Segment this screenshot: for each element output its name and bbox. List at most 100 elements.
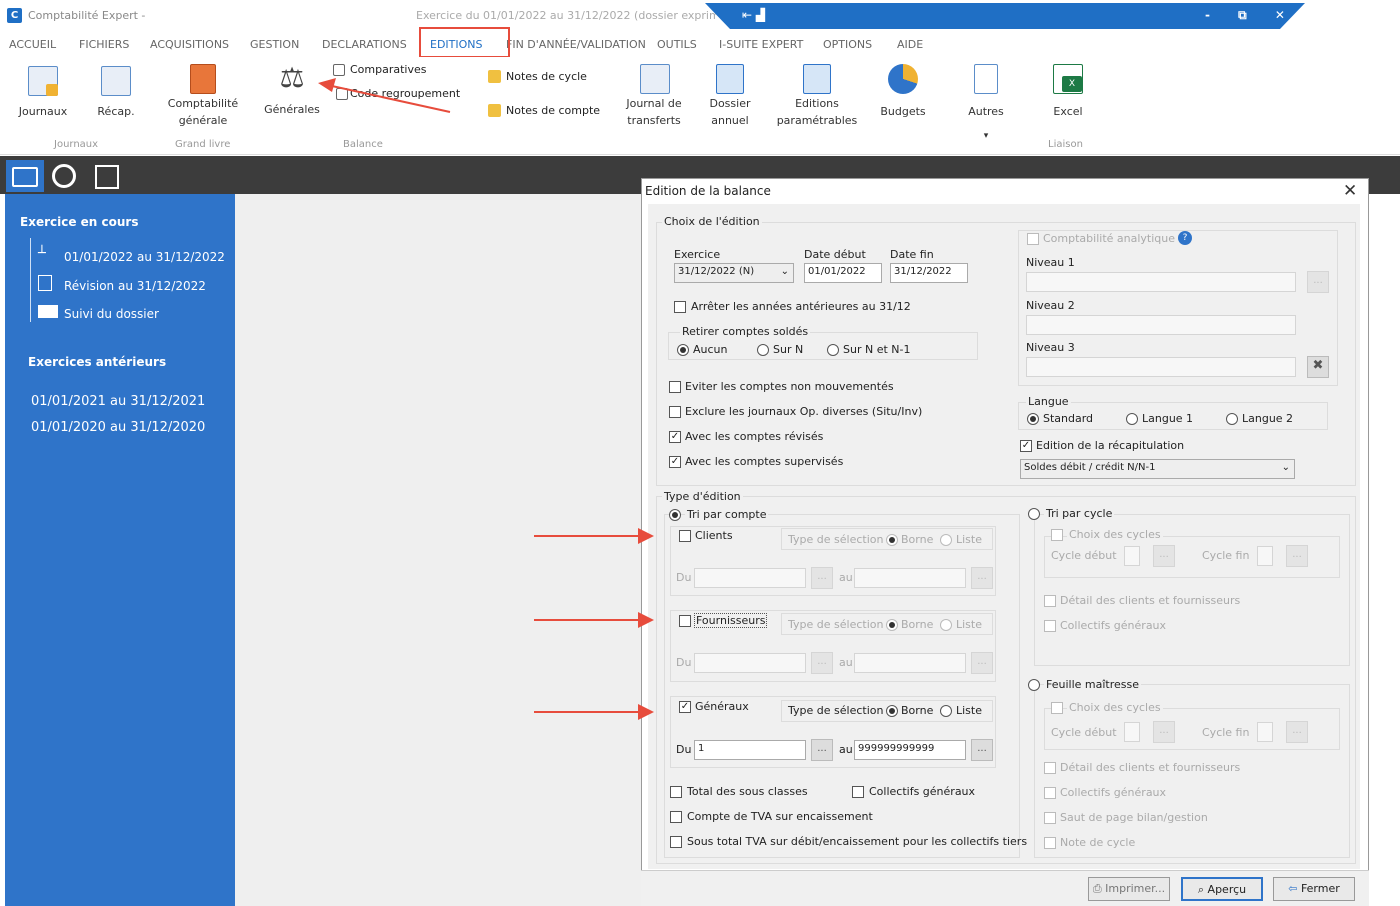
feuille-detail-checkbox[interactable] xyxy=(1044,762,1056,774)
fournisseurs-au-browse[interactable]: ... xyxy=(971,652,993,674)
collectifs-generaux-checkbox[interactable] xyxy=(852,786,864,798)
avec-revises-checkbox[interactable]: ✓ xyxy=(669,431,681,443)
recap-checkbox[interactable]: ✓ xyxy=(1020,440,1032,452)
exercice-select[interactable]: 31/12/2022 (N) ⌄ xyxy=(674,263,794,283)
tri-cycle-collectifs-checkbox[interactable] xyxy=(1044,620,1056,632)
fournisseurs-borne-radio[interactable] xyxy=(886,619,898,631)
fermer-button[interactable]: ⇦ Fermer xyxy=(1273,877,1355,901)
tri-cycle-debut-browse[interactable]: ... xyxy=(1153,545,1175,567)
menu-accueil[interactable]: ACCUEIL xyxy=(9,38,56,51)
feuille-debut-input[interactable] xyxy=(1124,722,1140,742)
imprimer-button[interactable]: ⎙ Imprimer... xyxy=(1088,877,1170,901)
list-icon[interactable] xyxy=(95,165,119,189)
tri-cycle-detail-checkbox[interactable] xyxy=(1044,595,1056,607)
clients-au-browse[interactable]: ... xyxy=(971,567,993,589)
niveau1-browse-button[interactable]: ... xyxy=(1307,271,1329,293)
revision-item[interactable]: Révision au 31/12/2022 xyxy=(64,279,206,293)
date-debut-input[interactable]: 01/01/2022 xyxy=(804,263,882,283)
sur-n-radio[interactable] xyxy=(757,344,769,356)
tri-cycle-fin-input[interactable] xyxy=(1257,546,1273,566)
menu-options[interactable]: OPTIONS xyxy=(823,38,872,51)
clients-liste-radio[interactable] xyxy=(940,534,952,546)
aucun-label: Aucun xyxy=(693,343,728,356)
eviter-checkbox[interactable] xyxy=(669,381,681,393)
printer-icon: ⎙ xyxy=(1092,882,1106,895)
standard-radio[interactable] xyxy=(1027,413,1039,425)
fournisseurs-au-input[interactable] xyxy=(854,653,966,673)
menu-outils[interactable]: OUTILS xyxy=(657,38,697,51)
current-period-item[interactable]: 01/01/2022 au 31/12/2022 xyxy=(64,250,225,264)
feuille-label: Feuille maîtresse xyxy=(1044,678,1142,691)
quick-access-icons[interactable]: ⇤ ▟ xyxy=(742,8,765,22)
note-icon xyxy=(488,70,501,83)
fournisseurs-du-input[interactable] xyxy=(694,653,806,673)
tri-cycle-choix-checkbox[interactable] xyxy=(1051,529,1063,541)
apercu-button[interactable]: ⌕ Aperçu xyxy=(1181,877,1263,901)
date-fin-input[interactable]: 31/12/2022 xyxy=(890,263,968,283)
clients-borne-radio[interactable] xyxy=(886,534,898,546)
search-icon[interactable] xyxy=(52,164,76,188)
previous-period-2020[interactable]: 01/01/2020 au 31/12/2020 xyxy=(31,420,205,435)
niveau2-input[interactable] xyxy=(1026,315,1296,335)
feuille-debut-label: Cycle début xyxy=(1051,726,1117,739)
fournisseurs-checkbox[interactable] xyxy=(679,615,691,627)
tri-cycle-debut-label: Cycle début xyxy=(1051,549,1117,562)
fournisseurs-liste-radio[interactable] xyxy=(940,619,952,631)
generaux-borne-radio[interactable] xyxy=(886,705,898,717)
feuille-fin-input[interactable] xyxy=(1257,722,1273,742)
clients-checkbox[interactable] xyxy=(679,530,691,542)
langue2-radio[interactable] xyxy=(1226,413,1238,425)
arreter-checkbox[interactable] xyxy=(674,301,686,313)
sur-n-n1-radio[interactable] xyxy=(827,344,839,356)
feuille-choix-checkbox[interactable] xyxy=(1051,702,1063,714)
eviter-label: Eviter les comptes non mouvementés xyxy=(685,380,894,393)
saut-page-checkbox[interactable] xyxy=(1044,812,1056,824)
menu-declarations[interactable]: DECLARATIONS xyxy=(322,38,407,51)
feuille-radio[interactable] xyxy=(1028,679,1040,691)
total-sous-classes-checkbox[interactable] xyxy=(670,786,682,798)
analytique-checkbox[interactable] xyxy=(1027,233,1039,245)
generaux-au-browse[interactable]: ... xyxy=(971,739,993,761)
clients-au-input[interactable] xyxy=(854,568,966,588)
generaux-du-input[interactable]: 1 xyxy=(694,740,806,760)
compte-tva-checkbox[interactable] xyxy=(670,811,682,823)
niveau3-input[interactable] xyxy=(1026,357,1296,377)
tri-cycle-debut-input[interactable] xyxy=(1124,546,1140,566)
niveau1-input[interactable] xyxy=(1026,272,1296,292)
clients-du-input[interactable] xyxy=(694,568,806,588)
feuille-fin-browse[interactable]: ... xyxy=(1286,721,1308,743)
langue1-radio[interactable] xyxy=(1126,413,1138,425)
fournisseurs-du-browse[interactable]: ... xyxy=(811,652,833,674)
previous-period-2021[interactable]: 01/01/2021 au 31/12/2021 xyxy=(31,394,205,409)
clients-du-browse[interactable]: ... xyxy=(811,567,833,589)
window-controls[interactable]: - ⧉ ✕ xyxy=(1205,8,1297,23)
aucun-radio[interactable] xyxy=(677,344,689,356)
menu-fin-annee[interactable]: FIN D'ANNÉE/VALIDATION xyxy=(506,38,646,51)
menu-acquisitions[interactable]: ACQUISITIONS xyxy=(150,38,229,51)
sous-total-tva-checkbox[interactable] xyxy=(670,836,682,848)
soldes-select[interactable]: Soldes débit / crédit N/N-1 ⌄ xyxy=(1020,459,1295,479)
generaux-du-browse[interactable]: ... xyxy=(811,739,833,761)
menu-fichiers[interactable]: FICHIERS xyxy=(79,38,129,51)
avec-supervises-checkbox[interactable]: ✓ xyxy=(669,456,681,468)
menu-isuite[interactable]: I-SUITE EXPERT xyxy=(719,38,803,51)
note-cycle-checkbox[interactable] xyxy=(1044,837,1056,849)
feuille-collectifs-checkbox[interactable] xyxy=(1044,787,1056,799)
tri-compte-radio[interactable] xyxy=(669,509,681,521)
tri-cycle-fin-browse[interactable]: ... xyxy=(1286,545,1308,567)
tri-cycle-radio[interactable] xyxy=(1028,508,1040,520)
help-icon[interactable]: ? xyxy=(1178,231,1192,245)
close-icon[interactable]: ✕ xyxy=(1343,181,1357,201)
avec-supervises-label: Avec les comptes supervisés xyxy=(685,455,844,468)
suivi-item[interactable]: Suivi du dossier xyxy=(64,307,159,321)
fournisseurs-label: Fournisseurs xyxy=(694,613,768,628)
menu-gestion[interactable]: GESTION xyxy=(250,38,299,51)
generaux-checkbox[interactable]: ✓ xyxy=(679,701,691,713)
feuille-debut-browse[interactable]: ... xyxy=(1153,721,1175,743)
generaux-au-input[interactable]: 999999999999 xyxy=(854,740,966,760)
menu-aide[interactable]: AIDE xyxy=(897,38,923,51)
dossier-annuel-label-1: Dossier xyxy=(709,97,751,110)
generaux-liste-radio[interactable] xyxy=(940,705,952,717)
exclure-checkbox[interactable] xyxy=(669,406,681,418)
clear-icon[interactable]: ✖ xyxy=(1307,356,1329,378)
